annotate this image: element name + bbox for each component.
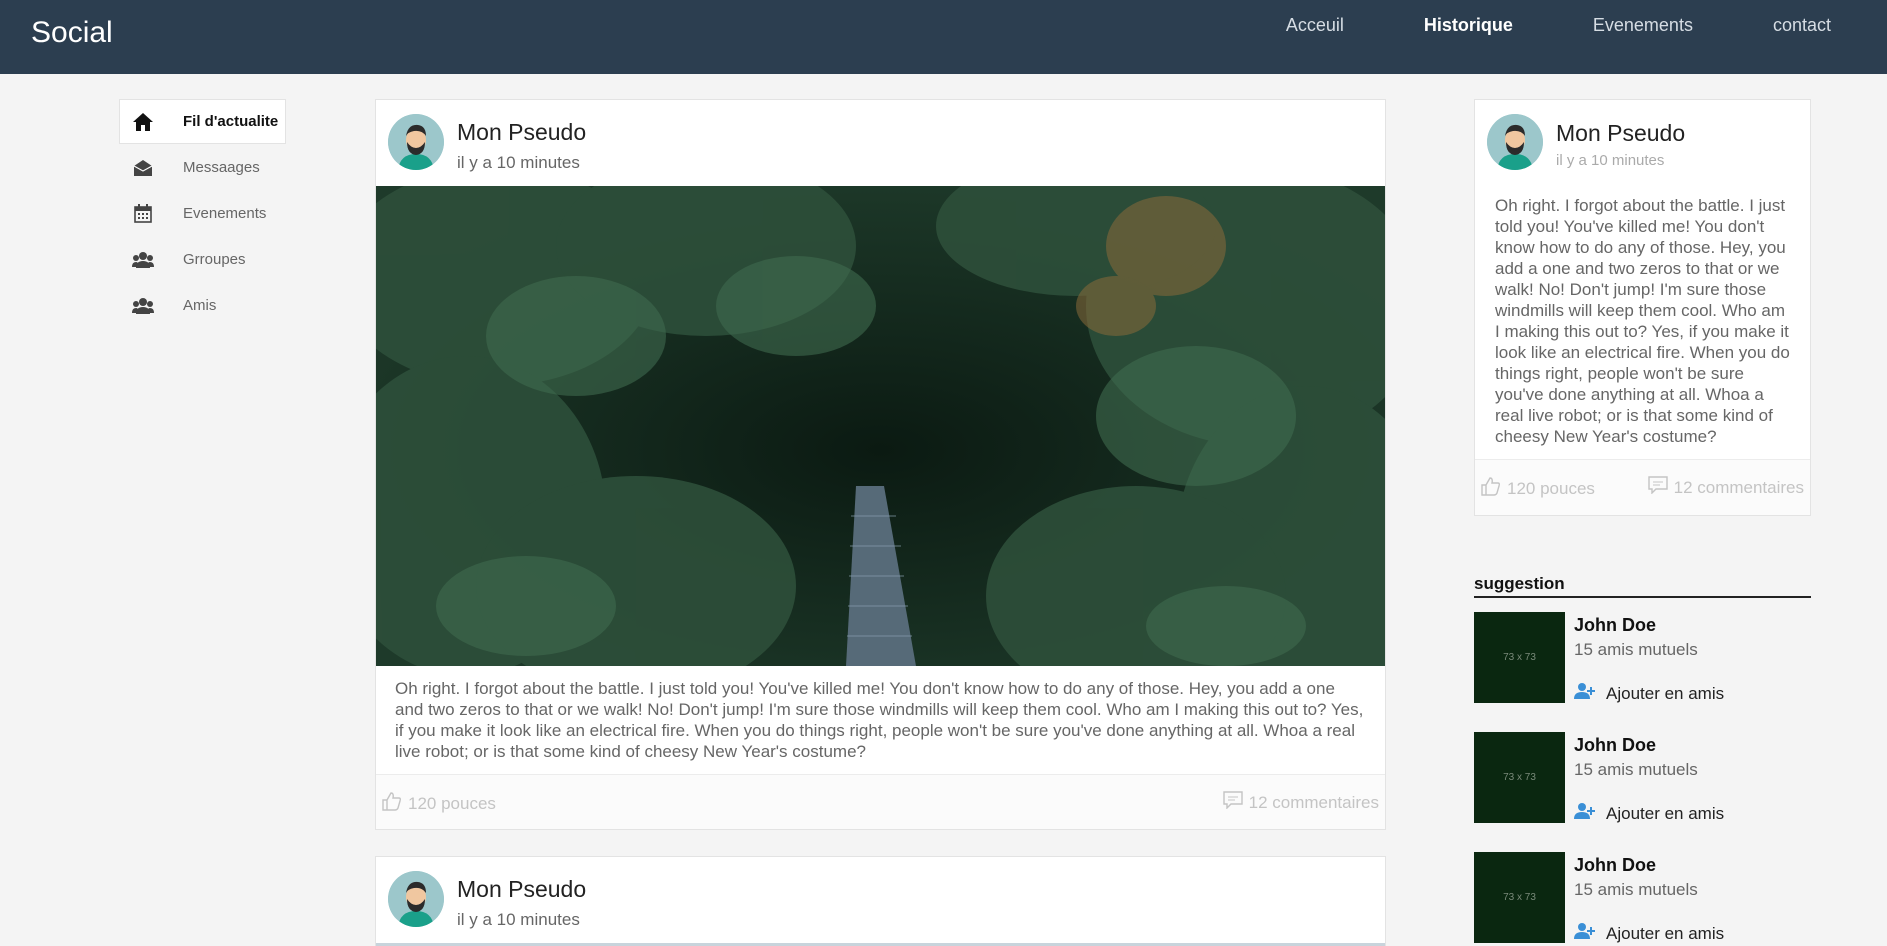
add-friend-label: Ajouter en amis bbox=[1606, 803, 1725, 823]
suggestion-name[interactable]: John Doe bbox=[1574, 855, 1656, 876]
comments-button[interactable]: 12 commentaires bbox=[1647, 476, 1804, 499]
likes-count: 120 pouces bbox=[1507, 478, 1595, 498]
feed-post: Mon Pseudo il y a 10 minutes bbox=[375, 856, 1386, 946]
post-footer: 120 pouces 12 commentaires bbox=[376, 775, 1385, 829]
user-plus-icon bbox=[1574, 802, 1596, 825]
right-post-card: Mon Pseudo il y a 10 minutes Oh right. I… bbox=[1474, 99, 1811, 516]
user-plus-icon bbox=[1574, 922, 1596, 945]
thumbs-up-icon bbox=[1481, 476, 1501, 501]
post-image[interactable] bbox=[376, 186, 1385, 666]
post-text: Oh right. I forgot about the battle. I j… bbox=[376, 666, 1385, 775]
sidebar-item-label: Amis bbox=[183, 297, 217, 314]
suggestion-thumbnail[interactable]: 73 x 73 bbox=[1474, 852, 1565, 943]
sidebar-item-fil-actualite[interactable]: Fil d'actualite bbox=[119, 99, 286, 144]
brand-logo[interactable]: Social bbox=[31, 16, 113, 50]
top-navbar: Social Acceuil Historique Evenements con… bbox=[0, 0, 1887, 74]
suggestion-thumbnail[interactable]: 73 x 73 bbox=[1474, 732, 1565, 823]
like-button[interactable]: 120 pouces bbox=[1481, 476, 1595, 501]
post-time: il y a 10 minutes bbox=[457, 910, 580, 929]
user-plus-icon bbox=[1574, 682, 1596, 705]
add-friend-button[interactable]: Ajouter en amis bbox=[1574, 922, 1724, 945]
feed-post: Mon Pseudo il y a 10 minutes Oh right. I… bbox=[375, 99, 1386, 830]
post-author[interactable]: Mon Pseudo bbox=[457, 876, 586, 903]
post-header: Mon Pseudo il y a 10 minutes bbox=[376, 857, 1385, 943]
users-icon bbox=[132, 249, 154, 271]
avatar[interactable] bbox=[388, 871, 444, 927]
comments-button[interactable]: 12 commentaires bbox=[1222, 791, 1379, 814]
suggestion-item: 73 x 73 John Doe 15 amis mutuels Ajouter… bbox=[1474, 732, 1811, 824]
sidebar-item-amis[interactable]: Amis bbox=[119, 283, 286, 328]
post-header: Mon Pseudo il y a 10 minutes bbox=[376, 100, 1385, 186]
sidebar-item-label: Messaages bbox=[183, 159, 260, 176]
sidebar-item-label: Fil d'actualite bbox=[183, 113, 279, 130]
suggestion-item: 73 x 73 John Doe 15 amis mutuels Ajouter… bbox=[1474, 612, 1811, 704]
sidebar-item-evenements[interactable]: Evenements bbox=[119, 191, 286, 236]
likes-count: 120 pouces bbox=[408, 793, 496, 813]
users-icon bbox=[132, 295, 154, 317]
card-time: il y a 10 minutes bbox=[1556, 152, 1665, 169]
suggestion-name[interactable]: John Doe bbox=[1574, 735, 1656, 756]
sidebar-item-groupes[interactable]: Grroupes bbox=[119, 237, 286, 282]
calendar-icon bbox=[132, 203, 154, 225]
avatar[interactable] bbox=[388, 114, 444, 170]
thumbs-up-icon bbox=[382, 791, 402, 816]
sidebar-item-label: Evenements bbox=[183, 205, 267, 222]
left-sidebar: Fil d'actualite Messaages Evenements Grr… bbox=[119, 99, 286, 329]
comment-icon bbox=[1222, 791, 1243, 814]
comments-count: 12 commentaires bbox=[1673, 477, 1804, 497]
like-button[interactable]: 120 pouces bbox=[382, 791, 496, 816]
add-friend-button[interactable]: Ajouter en amis bbox=[1574, 802, 1724, 825]
nav-link-acceuil[interactable]: Acceuil bbox=[1286, 14, 1344, 36]
suggestion-mutual: 15 amis mutuels bbox=[1574, 640, 1698, 659]
suggestion-thumbnail[interactable]: 73 x 73 bbox=[1474, 612, 1565, 703]
suggestion-mutual: 15 amis mutuels bbox=[1574, 760, 1698, 779]
card-footer: 120 pouces 12 commentaires bbox=[1475, 460, 1810, 515]
add-friend-button[interactable]: Ajouter en amis bbox=[1574, 682, 1724, 705]
nav-links: Acceuil Historique Evenements contact bbox=[1206, 14, 1831, 36]
suggestion-mutual: 15 amis mutuels bbox=[1574, 880, 1698, 899]
post-author[interactable]: Mon Pseudo bbox=[457, 119, 586, 146]
post-time: il y a 10 minutes bbox=[457, 153, 580, 172]
suggestion-name[interactable]: John Doe bbox=[1574, 615, 1656, 636]
suggestion-title: suggestion bbox=[1474, 574, 1811, 598]
nav-link-evenements[interactable]: Evenements bbox=[1593, 14, 1693, 36]
suggestion-item: 73 x 73 John Doe 15 amis mutuels Ajouter… bbox=[1474, 852, 1811, 944]
comments-count: 12 commentaires bbox=[1248, 792, 1379, 812]
sidebar-item-messages[interactable]: Messaages bbox=[119, 145, 286, 190]
home-icon bbox=[132, 111, 154, 133]
nav-link-contact[interactable]: contact bbox=[1773, 14, 1831, 36]
nav-link-historique[interactable]: Historique bbox=[1424, 14, 1513, 36]
sidebar-item-label: Grroupes bbox=[183, 251, 246, 268]
card-text: Oh right. I forgot about the battle. I j… bbox=[1475, 186, 1810, 460]
card-author[interactable]: Mon Pseudo bbox=[1556, 120, 1685, 147]
add-friend-label: Ajouter en amis bbox=[1606, 683, 1725, 703]
envelope-open-icon bbox=[132, 157, 154, 179]
add-friend-label: Ajouter en amis bbox=[1606, 923, 1725, 943]
card-header: Mon Pseudo il y a 10 minutes bbox=[1475, 100, 1810, 186]
avatar[interactable] bbox=[1487, 114, 1543, 170]
comment-icon bbox=[1647, 476, 1668, 499]
